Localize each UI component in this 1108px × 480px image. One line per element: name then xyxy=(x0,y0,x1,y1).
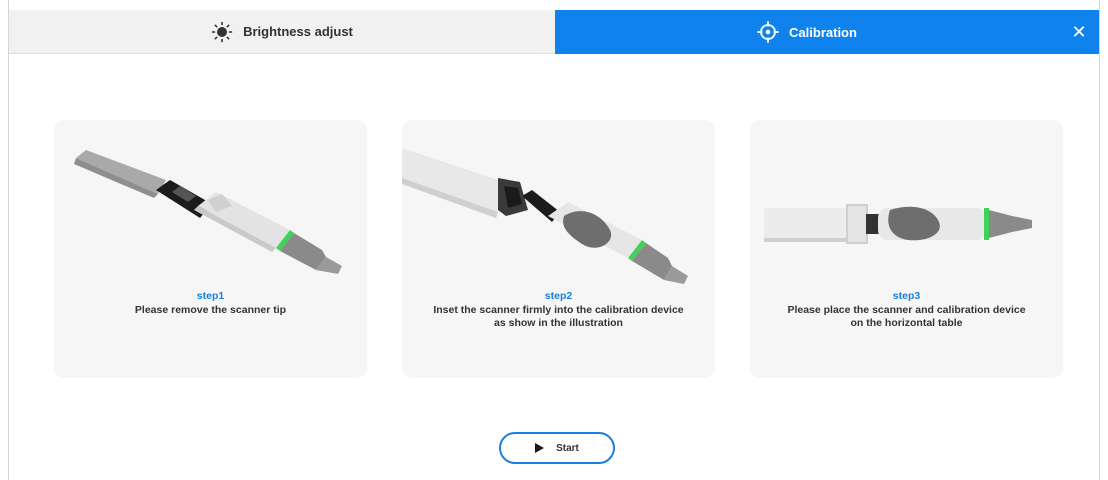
step-instruction: Inset the scanner firmly into the calibr… xyxy=(433,304,684,329)
tab-bar: Brightness adjust Calibration ✕ xyxy=(9,10,1099,54)
step-label: step2 xyxy=(544,290,573,302)
calibration-window: Brightness adjust Calibration ✕ step1 Pl… xyxy=(8,0,1100,480)
crosshair-icon xyxy=(757,21,779,43)
scanner-tip-removal-illustration xyxy=(74,150,342,274)
start-button[interactable]: Start xyxy=(499,432,615,464)
play-icon xyxy=(535,443,545,453)
step-card-1: step1 Please remove the scanner tip xyxy=(54,120,367,378)
tab-calibration[interactable]: Calibration xyxy=(555,10,1059,54)
step-card-3: step3 Please place the scanner and calib… xyxy=(750,120,1063,378)
close-icon: ✕ xyxy=(1071,21,1087,42)
step-label: step3 xyxy=(892,290,921,302)
brightness-icon xyxy=(211,21,233,43)
steps-container: step1 Please remove the scanner tip step… xyxy=(54,120,1063,378)
step-label: step1 xyxy=(196,290,225,302)
tab-brightness-label: Brightness adjust xyxy=(243,24,353,39)
step-instruction: Please place the scanner and calibration… xyxy=(787,304,1026,329)
scanner-insertion-illustration xyxy=(402,148,688,284)
step-instruction: Please remove the scanner tip xyxy=(134,304,287,316)
start-button-label: Start xyxy=(556,442,579,454)
tab-calibration-label: Calibration xyxy=(789,24,857,40)
scanner-on-table-illustration xyxy=(764,204,1032,244)
step-card-2: step2 Inset the scanner firmly into the … xyxy=(402,120,715,378)
close-button[interactable]: ✕ xyxy=(1059,10,1099,54)
tab-brightness-adjust[interactable]: Brightness adjust xyxy=(9,10,555,54)
